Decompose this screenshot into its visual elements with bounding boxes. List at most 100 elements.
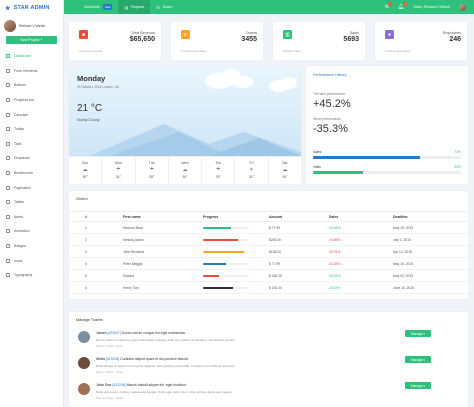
best-performance-label: The best performance (313, 92, 346, 96)
sidebar-item-animation[interactable]: Animation (0, 224, 63, 239)
weather-card: Monday 25 October, 2016 London, UK 21 °C… (69, 66, 301, 184)
sidebar-item-buttons[interactable]: Buttons (0, 78, 63, 93)
sales-cell: 18.32% ↑ (329, 269, 393, 282)
greeting[interactable]: Hello, Richard V.Welsh (413, 5, 450, 9)
progress-fill (203, 238, 238, 241)
forecast-day-name: Sat (282, 161, 288, 165)
weather-icon: ☁ (82, 167, 88, 173)
nav-score[interactable]: ☰ Score (150, 0, 178, 14)
ticket-id[interactable]: [#23047] (108, 331, 121, 335)
sidebar-item-label: Icons (14, 258, 23, 263)
new-project-button[interactable]: New Project + (6, 36, 57, 44)
ticket-item: John Doe [#23246] Mauris blandit aliquet… (76, 380, 464, 402)
sales-percent: 53.45% (329, 261, 341, 266)
sidebar-item-tooltip[interactable]: Tooltip (0, 122, 63, 137)
avatar[interactable] (459, 3, 466, 11)
arrow-down-icon: ↓ (341, 237, 343, 242)
worst-performance-label: Worst performance (313, 117, 341, 121)
stat-card-revenue: ■ Total Revenue $65,650 Last week growth (69, 22, 161, 60)
row-number: 4 (69, 257, 123, 270)
stat-footnote: Product-wise sales (181, 49, 207, 53)
sidebar-item-label: Typography (14, 273, 33, 278)
deadline: June 16, 2015 (393, 281, 468, 294)
sidebar-item-alerts[interactable]: Alerts (0, 210, 63, 225)
manage-button[interactable]: Manage ▾ (405, 382, 431, 389)
sidebar-item-carousel[interactable]: Carousel (0, 107, 63, 122)
sidebar-item-icons[interactable]: Icons (0, 253, 63, 268)
icons-icon (6, 258, 10, 263)
forecast-day: Sun ☁ 30° (69, 157, 103, 184)
manage-label: Manage (410, 357, 423, 362)
nav-reports[interactable]: ▤ Reports (118, 0, 151, 14)
orders-title: Orders (76, 197, 88, 201)
brand-logo[interactable]: ★ STAR ADMIN (0, 0, 63, 16)
ticket-subject: Curabitur aliquet quam id dui posuere bl… (120, 357, 189, 361)
table-row[interactable]: 1 Herman Beck $ 77.99 53.64% ↑ May 15, 2015 (69, 221, 468, 234)
stat-label: Orders (245, 31, 257, 35)
mail-icon[interactable]: ✉ 7 (385, 2, 393, 10)
table-row[interactable]: 4 Peter Meggik $ 77.99 53.45% ↓ May 15, 2015 (69, 257, 468, 270)
bell-icon[interactable]: 🔔︎ 4 (398, 2, 408, 10)
manage-button[interactable]: Manage ▾ (405, 330, 431, 337)
ticket-item: Stella [#23135] Curabitur aliquet quam i… (76, 354, 464, 376)
forecast-day: Sat ☁ 30° (269, 157, 301, 184)
arrow-up-icon: ↑ (341, 225, 343, 230)
sidebar-item-label: Dropdown (14, 156, 30, 161)
progress-cell (203, 233, 269, 246)
form-icon (6, 68, 10, 73)
manage-label: Manage (410, 331, 423, 336)
table-row[interactable]: 2 Messsy Adam $245.30 24.56% ↓ July 1, 2015 (69, 233, 468, 246)
progress-cell (203, 245, 269, 258)
orders-table: # First name Progress Amount Sales Deadl… (69, 211, 468, 294)
progress-bar (203, 238, 249, 241)
cube-icon: ■ (79, 30, 88, 39)
row-number: 3 (69, 245, 123, 258)
orders-card: Orders # First name Progress Amount Sale… (69, 191, 468, 299)
table-row[interactable]: 3 John Richards $138.00 28.76% ↓ Apr 12, 201… (69, 245, 468, 258)
progress-bar (203, 226, 249, 229)
chevron-down-icon: ▾ (423, 331, 426, 336)
sidebar-item-label: Breadcrumb (14, 171, 34, 176)
sidebar-item-progress-bar[interactable]: Progress bar (0, 93, 63, 108)
sidebar-item-pagination[interactable]: Pagination (0, 180, 63, 195)
sidebar-item-dropdown[interactable]: Dropdown (0, 151, 63, 166)
weather-condition: Mostly Cloudy (77, 118, 100, 122)
column-header[interactable]: Deadline (393, 211, 468, 222)
sidebar-item-label: Badges (14, 244, 26, 249)
topbar-right: ✉ 7 🔔︎ 4 Hello, Richard V.Welsh (385, 2, 474, 11)
forecast-day: Thu ☂ 29° (202, 157, 236, 184)
column-header[interactable]: # (69, 211, 123, 222)
ticket-id[interactable]: [#23135] (106, 357, 119, 361)
forecast-day: Tue ☂ 28° (136, 157, 169, 184)
ticket-text: Pellentesque in ipsum id orci porta dapi… (96, 364, 236, 368)
column-header[interactable]: Amount (269, 211, 329, 222)
column-header[interactable]: First name (123, 211, 203, 222)
table-row[interactable]: 5 Edward $ 160.25 18.32% ↑ May 03, 2015 (69, 269, 468, 282)
sidebar-item-form-elements[interactable]: Form elements (0, 64, 63, 79)
sales-bar-label: Sales (313, 150, 322, 154)
sidebar-item-badges[interactable]: Badges (0, 239, 63, 254)
ticket-subject: Mauris blandit aliquet elit, eget tincid… (126, 383, 187, 387)
tabs-icon (6, 141, 10, 146)
column-header[interactable]: Progress (203, 211, 269, 222)
column-header[interactable]: Sales (329, 211, 393, 222)
manage-button[interactable]: Manage ▾ (405, 356, 431, 363)
ticket-meta: Due in 4 Days · Open (96, 396, 123, 400)
sales-cell: 53.64% ↑ (329, 221, 393, 234)
visits-bar-label: Visits (313, 165, 321, 169)
app: ★ STAR ADMIN Richard V.Welsh New Project … (0, 0, 474, 407)
sidebar-item-breadcrumb[interactable]: Breadcrumb (0, 166, 63, 181)
user-profile[interactable]: Richard V.Welsh (0, 16, 63, 36)
orders-table-body: 1 Herman Beck $ 77.99 53.64% ↑ May 15, 2015 2… (69, 221, 468, 294)
sidebar-item-typography[interactable]: Typography (0, 268, 63, 283)
nav-schedule[interactable]: Schedule New (78, 0, 118, 14)
weather-forecast: Sun ☁ 30° Mon ☂ 31° Tue ☂ 28° Wed ☁ 30° Thu ☂ 29° … (69, 156, 301, 184)
first-name: Henry Tom (123, 281, 203, 294)
table-row[interactable]: 6 Henry Tom $ 150.00 24.67% ↑ June 16, 2015 (69, 281, 468, 294)
progress-cell (203, 221, 269, 234)
sidebar-item-tabs[interactable]: Tabs (0, 137, 63, 152)
sidebar-item-dashboard[interactable]: Dashboard (0, 49, 63, 64)
ticket-id[interactable]: [#23246] (112, 383, 125, 387)
sidebar-item-label: Tooltip (14, 127, 25, 132)
sidebar-item-tables[interactable]: Tables (0, 195, 63, 210)
